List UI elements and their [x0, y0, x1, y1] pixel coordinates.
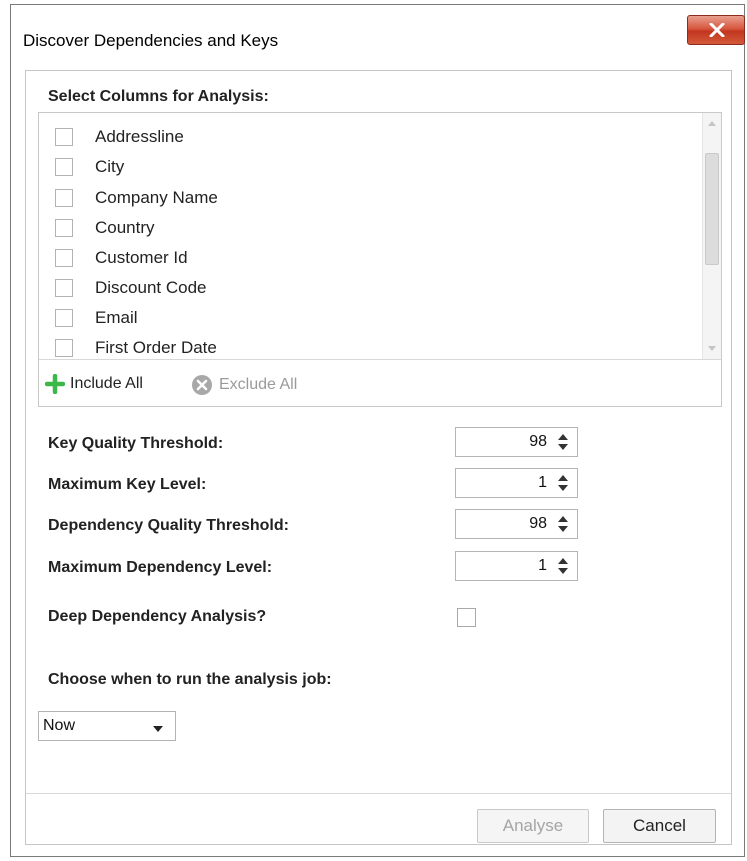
schedule-dropdown[interactable]: Now: [38, 711, 176, 741]
column-item[interactable]: Country: [55, 217, 155, 239]
key-quality-threshold-value[interactable]: 98: [529, 433, 547, 451]
include-all-button[interactable]: Include All: [45, 374, 143, 394]
column-label: Discount Code: [95, 278, 207, 297]
deep-dependency-analysis-label: Deep Dependency Analysis?: [48, 608, 267, 625]
dialog-title: Discover Dependencies and Keys: [23, 31, 279, 50]
stepper-buttons: [552, 472, 574, 494]
title-bar[interactable]: Discover Dependencies and Keys: [11, 5, 745, 70]
footer-divider: [26, 793, 731, 794]
schedule-label: Choose when to run the analysis job:: [48, 671, 332, 688]
column-item[interactable]: Customer Id: [55, 247, 188, 269]
column-checkbox[interactable]: [55, 309, 73, 327]
dialog-content: Select Columns for Analysis: Addressline…: [25, 70, 732, 845]
column-label: Country: [95, 218, 155, 237]
remove-circle-icon: [192, 375, 212, 395]
stepper-up-icon[interactable]: [552, 431, 574, 442]
scroll-up-arrow-icon[interactable]: [703, 115, 721, 133]
column-label: Addressline: [95, 127, 184, 146]
column-checkbox[interactable]: [55, 219, 73, 237]
stepper-down-icon[interactable]: [552, 566, 574, 577]
maximum-dependency-level-stepper[interactable]: 1: [455, 551, 578, 581]
column-list[interactable]: Addressline City Company Name Country Cu…: [39, 113, 699, 359]
column-label: City: [95, 157, 125, 176]
maximum-dependency-level-value[interactable]: 1: [538, 557, 547, 575]
dependency-quality-threshold-value[interactable]: 98: [529, 515, 547, 533]
column-list-footer: Include All Exclude All: [39, 359, 721, 406]
columns-heading: Select Columns for Analysis:: [48, 88, 269, 105]
dialog-window: Discover Dependencies and Keys Select Co…: [10, 4, 745, 857]
column-label: Email: [95, 308, 138, 327]
scrollbar-thumb[interactable]: [705, 153, 719, 265]
close-icon: [709, 23, 725, 37]
maximum-key-level-stepper[interactable]: 1: [455, 468, 578, 498]
maximum-key-level-label: Maximum Key Level:: [48, 476, 207, 493]
column-item[interactable]: Email: [55, 307, 138, 329]
stepper-down-icon[interactable]: [552, 524, 574, 535]
stepper-down-icon[interactable]: [552, 483, 574, 494]
column-checkbox[interactable]: [55, 128, 73, 146]
exclude-all-label: Exclude All: [219, 376, 298, 393]
stepper-buttons: [552, 431, 574, 453]
maximum-dependency-level-label: Maximum Dependency Level:: [48, 559, 273, 576]
column-label: First Order Date: [95, 338, 217, 357]
column-label: Company Name: [95, 188, 218, 207]
stepper-up-icon[interactable]: [552, 555, 574, 566]
stepper-buttons: [552, 555, 574, 577]
key-quality-threshold-stepper[interactable]: 98: [455, 427, 578, 457]
stepper-down-icon[interactable]: [552, 442, 574, 453]
exclude-all-button[interactable]: Exclude All: [191, 374, 297, 396]
dependency-quality-threshold-label: Dependency Quality Threshold:: [48, 517, 289, 534]
column-item[interactable]: Discount Code: [55, 277, 207, 299]
cancel-button[interactable]: Cancel: [603, 809, 716, 843]
dependency-quality-threshold-stepper[interactable]: 98: [455, 509, 578, 539]
close-button[interactable]: [687, 15, 745, 45]
stepper-buttons: [552, 513, 574, 535]
chevron-down-icon: [153, 726, 163, 732]
scroll-down-arrow-icon[interactable]: [703, 339, 721, 357]
column-list-scrollbar[interactable]: [702, 113, 721, 359]
stepper-up-icon[interactable]: [552, 513, 574, 524]
column-item[interactable]: City: [55, 156, 124, 178]
plus-icon: [45, 374, 65, 394]
deep-dependency-analysis-checkbox[interactable]: [457, 608, 476, 627]
analyse-button[interactable]: Analyse: [477, 809, 589, 843]
column-item[interactable]: Company Name: [55, 187, 218, 209]
key-quality-threshold-label: Key Quality Threshold:: [48, 435, 224, 452]
include-all-label: Include All: [70, 375, 143, 392]
column-checkbox[interactable]: [55, 249, 73, 267]
maximum-key-level-value[interactable]: 1: [538, 474, 547, 492]
stepper-up-icon[interactable]: [552, 472, 574, 483]
column-selector: Addressline City Company Name Country Cu…: [38, 112, 722, 407]
column-checkbox[interactable]: [55, 279, 73, 297]
column-label: Customer Id: [95, 248, 188, 267]
column-checkbox[interactable]: [55, 339, 73, 357]
schedule-selected-value: Now: [43, 717, 76, 734]
column-item[interactable]: First Order Date: [55, 337, 217, 359]
column-item[interactable]: Addressline: [55, 126, 184, 148]
column-checkbox[interactable]: [55, 158, 73, 176]
column-checkbox[interactable]: [55, 189, 73, 207]
